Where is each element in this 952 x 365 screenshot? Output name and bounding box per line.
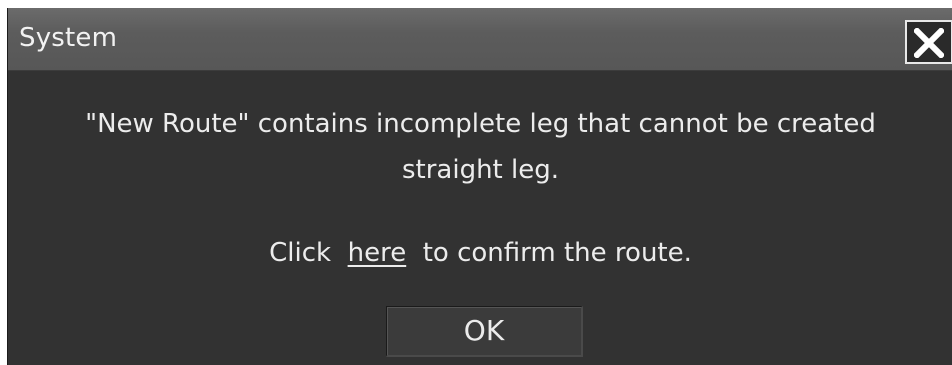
ok-button[interactable]: OK: [386, 306, 583, 357]
confirm-suffix: to confirm the route.: [422, 238, 692, 268]
message-line-1: "New Route" contains incomplete leg that…: [85, 109, 876, 139]
confirm-instruction: Click here to confirm the route.: [8, 233, 952, 273]
dialog-message: "New Route" contains incomplete leg that…: [8, 101, 952, 193]
close-x-icon: [914, 28, 944, 58]
here-link[interactable]: here: [348, 238, 407, 268]
dialog-titlebar[interactable]: System: [8, 8, 952, 71]
message-line-2: straight leg.: [401, 155, 559, 185]
confirm-prefix: Click: [269, 238, 332, 268]
system-dialog: System "New Route" contains incomplete l…: [7, 8, 952, 365]
close-button[interactable]: [905, 20, 952, 64]
dialog-title: System: [19, 23, 118, 53]
